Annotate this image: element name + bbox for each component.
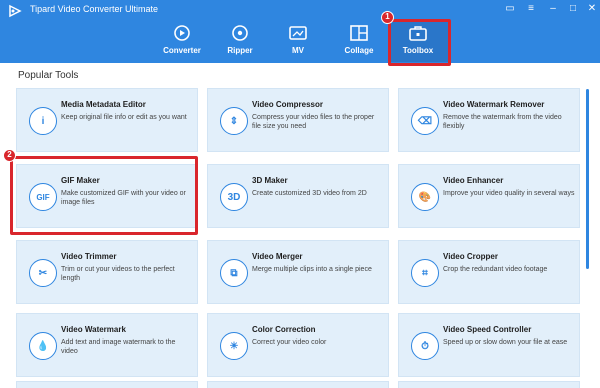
title-bar: Tipard Video Converter Ultimate ▭ ≡ – □ … bbox=[0, 0, 600, 63]
step-badge-1: 1 bbox=[381, 11, 394, 24]
highlight-toolbox bbox=[388, 19, 451, 66]
palette-icon: 🎨 bbox=[411, 183, 439, 211]
tool-card-video-compressor[interactable]: ⇕ Video Compressor Compress your video f… bbox=[207, 88, 389, 152]
3d-icon: 3D bbox=[220, 183, 248, 211]
step-badge-2: 2 bbox=[3, 149, 16, 162]
section-title: Popular Tools bbox=[18, 70, 79, 81]
tool-card-video-speed-controller[interactable]: ⏱ Video Speed Controller Speed up or slo… bbox=[398, 313, 580, 377]
minimize-icon[interactable]: – bbox=[546, 3, 560, 15]
tab-converter[interactable]: Converter bbox=[152, 22, 212, 62]
tool-card-video-enhancer[interactable]: 🎨 Video Enhancer Improve your video qual… bbox=[398, 164, 580, 228]
tool-card-partial[interactable] bbox=[16, 381, 198, 388]
app-logo-icon bbox=[9, 4, 22, 18]
ripper-icon bbox=[232, 25, 248, 41]
tool-card-media-metadata-editor[interactable]: i Media Metadata Editor Keep original fi… bbox=[16, 88, 198, 152]
collage-icon bbox=[350, 25, 368, 41]
tab-collage[interactable]: Collage bbox=[329, 22, 389, 62]
tool-card-color-correction[interactable]: ☀ Color Correction Correct your video co… bbox=[207, 313, 389, 377]
tool-card-video-cropper[interactable]: ⌗ Video Cropper Crop the redundant video… bbox=[398, 240, 580, 304]
maximize-icon[interactable]: □ bbox=[566, 3, 580, 15]
tab-ripper[interactable]: Ripper bbox=[210, 22, 270, 62]
tool-card-video-watermark[interactable]: 💧 Video Watermark Add text and image wat… bbox=[16, 313, 198, 377]
crop-icon: ⌗ bbox=[411, 259, 439, 287]
watermark-remover-icon: ⌫ bbox=[411, 107, 439, 135]
feedback-icon[interactable]: ▭ bbox=[503, 3, 517, 15]
merge-icon: ⧉ bbox=[220, 259, 248, 287]
tool-card-video-merger[interactable]: ⧉ Video Merger Merge multiple clips into… bbox=[207, 240, 389, 304]
close-icon[interactable]: ✕ bbox=[585, 3, 599, 15]
tool-card-partial[interactable] bbox=[398, 381, 580, 388]
tool-card-video-watermark-remover[interactable]: ⌫ Video Watermark Remover Remove the wat… bbox=[398, 88, 580, 152]
highlight-gif-maker bbox=[10, 156, 198, 235]
sun-icon: ☀ bbox=[220, 332, 248, 360]
info-icon: i bbox=[29, 107, 57, 135]
tab-mv[interactable]: MV bbox=[268, 22, 328, 62]
app-title: Tipard Video Converter Ultimate bbox=[30, 4, 159, 14]
scissors-icon: ✂ bbox=[29, 259, 57, 287]
tool-card-3d-maker[interactable]: 3D 3D Maker Create customized 3D video f… bbox=[207, 164, 389, 228]
drop-icon: 💧 bbox=[29, 332, 57, 360]
scrollbar[interactable] bbox=[586, 89, 589, 269]
converter-icon bbox=[174, 25, 190, 41]
tool-card-video-trimmer[interactable]: ✂ Video Trimmer Trim or cut your videos … bbox=[16, 240, 198, 304]
mv-icon bbox=[289, 26, 307, 40]
speed-icon: ⏱ bbox=[411, 332, 439, 360]
compress-icon: ⇕ bbox=[220, 107, 248, 135]
tool-card-partial[interactable] bbox=[207, 381, 389, 388]
menu-icon[interactable]: ≡ bbox=[524, 3, 538, 15]
